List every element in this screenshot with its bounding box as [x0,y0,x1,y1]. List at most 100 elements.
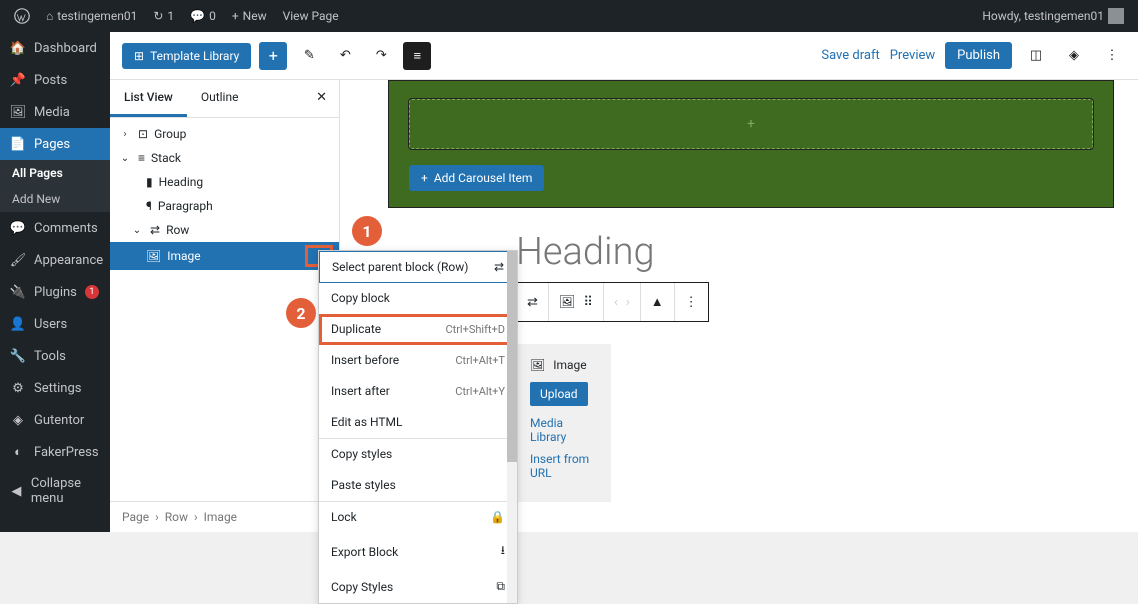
howdy-user[interactable]: Howdy, testingemen01 [976,8,1130,24]
row-icon: ⇄ [527,295,538,310]
heading-block[interactable]: Heading [516,230,1138,274]
list-icon: ≡ [414,48,422,64]
wrench-icon: 🔧 [10,348,26,364]
tree-item-paragraph[interactable]: ¶Paragraph [110,194,339,218]
sidebar-item-media[interactable]: 🖼Media [0,96,110,128]
shortcut: Ctrl+Alt+Y [455,385,505,398]
toolbar-row-icon[interactable]: ⇄ [517,283,549,321]
add-block-button[interactable]: + [259,42,287,70]
menu-export[interactable]: Export Block⭳ [319,533,517,571]
image-icon: 🖼 [559,295,576,310]
tab-list-view[interactable]: List View [110,80,187,117]
copy-icon: ⧉ [496,579,505,594]
sidebar-item-pages[interactable]: 📄Pages [0,128,110,160]
sidebar-item-appearance[interactable]: 🖌Appearance [0,244,110,276]
plus-icon: + [232,9,239,23]
sidebar-item-fakerpress[interactable]: ◐FakerPress [0,436,110,468]
menu-paste-styles[interactable]: Paste styles [319,470,517,501]
updates[interactable]: ↻1 [147,9,180,23]
gutentor-icon: ◈ [10,412,26,428]
breadcrumb-page[interactable]: Page [122,510,149,524]
site-name[interactable]: ⌂testingemen01 [40,9,143,23]
template-library-button[interactable]: ⊞Template Library [122,43,251,69]
paragraph-icon: ¶ [146,199,152,213]
gutentor-top-button[interactable]: ◈ [1060,42,1088,70]
submenu-add-new[interactable]: Add New [0,186,110,212]
collapse-menu[interactable]: ◀Collapse menu [0,468,110,514]
carousel-section: + +Add Carousel Item [388,80,1114,208]
view-page[interactable]: View Page [277,9,345,23]
chevron-down-icon: ⌄ [118,153,132,164]
pin-icon: 📌 [10,72,26,88]
undo-icon: ↶ [340,48,351,63]
menu-insert-after[interactable]: Insert afterCtrl+Alt+Y [319,376,517,407]
sidebar-item-tools[interactable]: 🔧Tools [0,340,110,372]
comment-icon: 💬 [190,9,205,23]
template-icon: ⊞ [134,49,144,63]
redo-button[interactable]: ↷ [367,42,395,70]
toolbar-align[interactable]: ▲ [641,283,675,321]
sidebar-item-settings[interactable]: ⚙Settings [0,372,110,404]
row-icon: ⇄ [494,260,504,274]
pencil-icon: ✎ [304,48,315,63]
tree-item-heading[interactable]: ▮Heading [110,170,339,194]
download-icon: ⭳ [501,541,505,562]
sidebar-item-posts[interactable]: 📌Posts [0,64,110,96]
scrollbar[interactable] [507,251,517,603]
breadcrumb-row[interactable]: Row [165,510,188,524]
sidebar-item-plugins[interactable]: 🔌Plugins1 [0,276,110,308]
toolbar-image-drag[interactable]: 🖼⠿ [549,283,604,321]
tree-item-row[interactable]: ⌄⇄Row [110,218,339,242]
breadcrumb-image[interactable]: Image [204,510,237,524]
tree-item-stack[interactable]: ⌄≡Stack [110,146,339,170]
redo-icon: ↷ [376,48,387,63]
menu-select-parent[interactable]: Select parent block (Row)⇄ [319,251,517,283]
preview-button[interactable]: Preview [890,48,935,63]
menu-lock[interactable]: Lock🔒 [319,502,517,533]
insert-from-url-link[interactable]: Insert from URL [530,452,597,480]
settings-button[interactable]: ◫ [1022,42,1050,70]
editor: ⊞Template Library + ✎ ↶ ↷ ≡ Save draft P… [110,32,1138,532]
edit-button[interactable]: ✎ [295,42,323,70]
new-content[interactable]: +New [226,9,273,23]
block-toolbar: ⇄ 🖼⠿ ‹› ▲ ⋮ [516,282,709,322]
save-draft-button[interactable]: Save draft [821,48,879,63]
menu-insert-before[interactable]: Insert beforeCtrl+Alt+T [319,345,517,376]
row-icon: ⇄ [150,223,160,237]
toolbar-more[interactable]: ⋮ [675,283,708,321]
menu-copy-block[interactable]: Copy block [319,283,517,314]
tree-item-group[interactable]: ›⊡Group [110,122,339,146]
image-block-placeholder: 🖼Image Upload Media Library Insert from … [516,344,611,502]
chevron-down-icon: ⌄ [130,225,144,236]
menu-copy-styles[interactable]: Copy styles [319,439,517,470]
publish-button[interactable]: Publish [945,42,1012,69]
tree-item-image[interactable]: 🖼Image⋮ [110,242,339,270]
faker-icon: ◐ [10,444,26,460]
add-carousel-item-button[interactable]: +Add Carousel Item [409,165,544,191]
lock-icon: 🔒 [490,510,505,524]
menu-edit-html[interactable]: Edit as HTML [319,407,517,438]
panel-icon: ◫ [1030,48,1042,63]
sidebar-item-dashboard[interactable]: 🏠Dashboard [0,32,110,64]
media-library-link[interactable]: Media Library [530,416,597,444]
list-view-button[interactable]: ≡ [403,42,431,70]
wp-logo-icon[interactable] [8,8,36,24]
more-options-button[interactable]: ⋮ [1098,42,1126,70]
carousel-slot[interactable]: + [409,99,1093,149]
sidebar-item-comments[interactable]: 💬Comments [0,212,110,244]
gauge-icon: 🏠 [10,40,26,56]
sidebar-item-users[interactable]: 👤Users [0,308,110,340]
dots-icon: ⋮ [1106,48,1119,63]
editor-topbar: ⊞Template Library + ✎ ↶ ↷ ≡ Save draft P… [110,32,1138,80]
comments-count[interactable]: 💬0 [184,9,222,23]
menu-duplicate[interactable]: DuplicateCtrl+Shift+D [319,314,517,345]
undo-button[interactable]: ↶ [331,42,359,70]
close-list-panel[interactable]: ✕ [304,80,339,117]
gutentor-icon: ◈ [1069,48,1079,63]
submenu-all-pages[interactable]: All Pages [0,160,110,186]
upload-button[interactable]: Upload [530,382,588,406]
sidebar-item-gutentor[interactable]: ◈Gutentor [0,404,110,436]
tab-outline[interactable]: Outline [187,80,253,117]
menu-copy-styles-2[interactable]: Copy Styles⧉ [319,571,517,603]
drag-icon: ⠿ [583,295,593,310]
